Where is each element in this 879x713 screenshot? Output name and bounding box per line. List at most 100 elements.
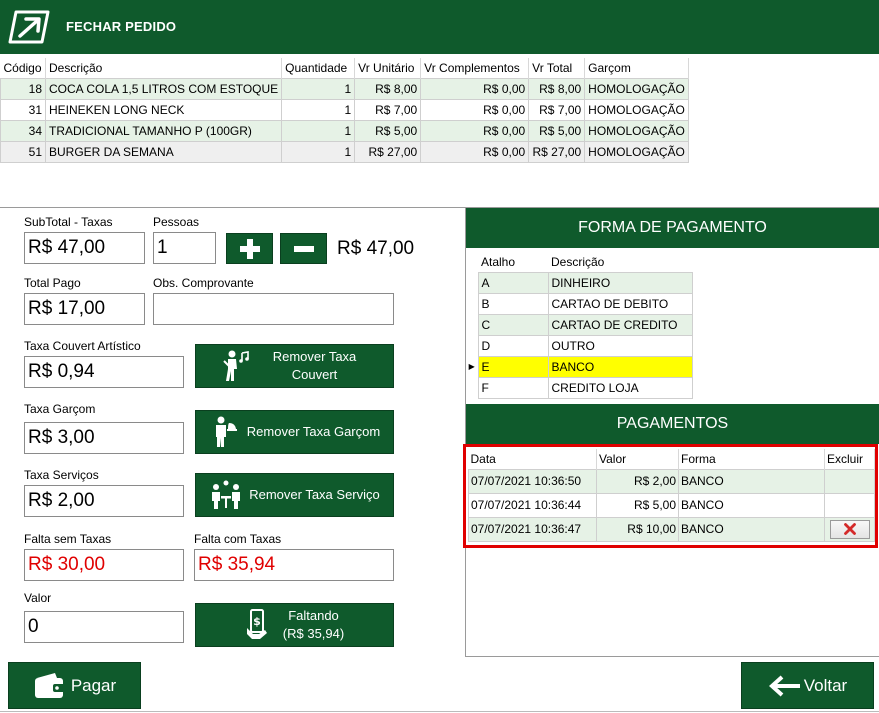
col-forma[interactable]: Forma xyxy=(678,449,825,469)
table-row[interactable]: 31 HEINEKEN LONG NECK 1 R$ 7,00 R$ 0,00 … xyxy=(0,98,689,121)
obs-comprovante-field[interactable] xyxy=(153,293,394,325)
cell-total: R$ 27,00 xyxy=(528,140,586,163)
cell-total: R$ 8,00 xyxy=(528,77,586,100)
remover-couvert-button[interactable]: Remover Taxa Couvert xyxy=(195,344,394,388)
table-row[interactable]: 34 TRADICIONAL TAMANHO P (100GR) 1 R$ 5,… xyxy=(0,119,689,142)
couvert-field[interactable]: R$ 0,94 xyxy=(24,356,184,388)
wallet-icon xyxy=(34,672,65,698)
col-garcom[interactable]: Garçom xyxy=(584,58,689,78)
pessoas-field[interactable]: 1 xyxy=(153,232,216,264)
table-row[interactable]: 51 BURGER DA SEMANA 1 R$ 27,00 R$ 0,00 R… xyxy=(0,140,689,163)
obs-comprovante-label: Obs. Comprovante xyxy=(153,276,254,290)
cell-garcom: HOMOLOGAÇÃO xyxy=(584,140,689,163)
cell-valor: R$ 2,00 xyxy=(596,468,679,494)
list-item[interactable]: D OUTRO xyxy=(466,334,693,357)
falta-sem-taxas-field: R$ 30,00 xyxy=(24,549,184,581)
list-item[interactable]: C CARTAO DE CREDITO xyxy=(466,313,693,336)
voltar-button[interactable]: Voltar xyxy=(741,662,874,709)
table-row[interactable]: 07/07/2021 10:36:47 R$ 10,00 BANCO xyxy=(468,516,875,542)
items-table: Código Descrição Quantidade Vr Unitário … xyxy=(0,58,689,163)
col-descricao[interactable]: Descrição xyxy=(548,252,692,272)
forma-header-row: Atalho Descrição xyxy=(466,252,692,272)
remover-garcom-button[interactable]: Remover Taxa Garçom xyxy=(195,410,394,454)
cell-unitario: R$ 8,00 xyxy=(354,77,422,100)
faltando-line1: Faltando xyxy=(288,608,339,623)
current-row-arrow-icon: ▶ xyxy=(466,356,478,377)
cell-descricao: CREDITO LOJA xyxy=(547,376,693,399)
cell-complementos: R$ 0,00 xyxy=(420,98,530,121)
remover-servico-label: Remover Taxa Serviço xyxy=(249,487,380,502)
list-item[interactable]: A DINHEIRO xyxy=(466,271,693,294)
col-atalho[interactable]: Atalho xyxy=(478,252,548,272)
col-descricao[interactable]: Descrição xyxy=(45,58,283,78)
cell-complementos: R$ 0,00 xyxy=(420,77,530,100)
list-item-selected[interactable]: ▶ E BANCO xyxy=(466,355,693,378)
cell-descricao: CARTAO DE DEBITO xyxy=(547,292,693,315)
cell-complementos: R$ 0,00 xyxy=(420,119,530,142)
arrow-box-icon xyxy=(8,10,50,44)
list-item[interactable]: F CREDITO LOJA xyxy=(466,376,693,399)
faltando-label: Faltando (R$ 35,94) xyxy=(283,607,344,643)
col-quantidade[interactable]: Quantidade xyxy=(281,58,356,78)
remover-servico-button[interactable]: Remover Taxa Serviço xyxy=(195,473,394,517)
servicos-field[interactable]: R$ 2,00 xyxy=(24,485,184,517)
cell-atalho: E xyxy=(477,355,549,378)
excluir-pagamento-button[interactable] xyxy=(829,519,870,539)
col-vr-total[interactable]: Vr Total xyxy=(528,58,586,78)
faltando-button[interactable]: $ Faltando (R$ 35,94) xyxy=(195,603,394,647)
cell-descricao: DINHEIRO xyxy=(547,271,693,294)
cell-descricao: OUTRO xyxy=(547,334,693,357)
arrow-left-icon xyxy=(768,675,800,696)
items-header-row: Código Descrição Quantidade Vr Unitário … xyxy=(0,58,689,78)
falta-sem-taxas-label: Falta sem Taxas xyxy=(24,532,112,546)
cell-descricao: COCA COLA 1,5 LITROS COM ESTOQUE xyxy=(44,77,283,100)
col-vr-complementos[interactable]: Vr Complementos xyxy=(420,58,530,78)
cell-atalho: B xyxy=(477,292,549,315)
table-row[interactable]: 18 COCA COLA 1,5 LITROS COM ESTOQUE 1 R$… xyxy=(0,77,689,100)
decrement-pessoas-button[interactable] xyxy=(280,233,327,264)
cell-atalho: F xyxy=(477,376,549,399)
cell-garcom: HOMOLOGAÇÃO xyxy=(584,98,689,121)
pagamentos-header-row: Data Valor Forma Excluir xyxy=(468,449,875,469)
cell-complementos: R$ 0,00 xyxy=(420,140,530,163)
cell-codigo: 31 xyxy=(0,98,46,121)
list-item[interactable]: B CARTAO DE DEBITO xyxy=(466,292,693,315)
col-vr-unitario[interactable]: Vr Unitário xyxy=(354,58,422,78)
servicos-label: Taxa Serviços xyxy=(24,468,99,482)
cell-unitario: R$ 7,00 xyxy=(354,98,422,121)
subtotal-label: SubTotal - Taxas xyxy=(24,215,113,229)
increment-pessoas-button[interactable] xyxy=(226,233,273,264)
page-title: FECHAR PEDIDO xyxy=(66,19,177,34)
cell-descricao: TRADICIONAL TAMANHO P (100GR) xyxy=(44,119,283,142)
garcom-field[interactable]: R$ 3,00 xyxy=(24,422,184,454)
table-row[interactable]: 07/07/2021 10:36:44 R$ 5,00 BANCO xyxy=(468,492,875,518)
garcom-label: Taxa Garçom xyxy=(24,402,96,416)
cell-codigo: 51 xyxy=(0,140,46,163)
col-excluir[interactable]: Excluir xyxy=(824,449,875,469)
row-indicator xyxy=(466,293,478,314)
window-bottom-border xyxy=(0,711,879,712)
total-pago-field[interactable]: R$ 17,00 xyxy=(24,293,145,325)
cell-excluir xyxy=(824,516,875,542)
cell-quantidade: 1 xyxy=(281,140,356,163)
col-valor[interactable]: Valor xyxy=(596,449,679,469)
col-data[interactable]: Data xyxy=(468,449,597,469)
cell-data: 07/07/2021 10:36:50 xyxy=(468,468,597,494)
cell-excluir xyxy=(824,468,875,494)
subtotal-field[interactable]: R$ 47,00 xyxy=(24,232,145,264)
table-row[interactable]: 07/07/2021 10:36:50 R$ 2,00 BANCO xyxy=(468,468,875,494)
service-table-icon xyxy=(212,480,241,509)
svg-text:$: $ xyxy=(253,615,261,628)
remover-couvert-label: Remover Taxa Couvert xyxy=(272,349,357,382)
cell-data: 07/07/2021 10:36:47 xyxy=(468,516,597,542)
pagar-button[interactable]: Pagar xyxy=(8,662,141,709)
col-codigo[interactable]: Código xyxy=(0,58,46,78)
cell-descricao: CARTAO DE CREDITO xyxy=(547,313,693,336)
cell-garcom: HOMOLOGAÇÃO xyxy=(584,77,689,100)
falta-com-taxas-label: Falta com Taxas xyxy=(194,532,282,546)
cell-descricao: HEINEKEN LONG NECK xyxy=(44,98,283,121)
cell-excluir xyxy=(824,492,875,518)
valor-input[interactable]: 0 xyxy=(24,611,184,643)
cell-total: R$ 5,00 xyxy=(528,119,586,142)
pessoas-label: Pessoas xyxy=(153,215,200,229)
